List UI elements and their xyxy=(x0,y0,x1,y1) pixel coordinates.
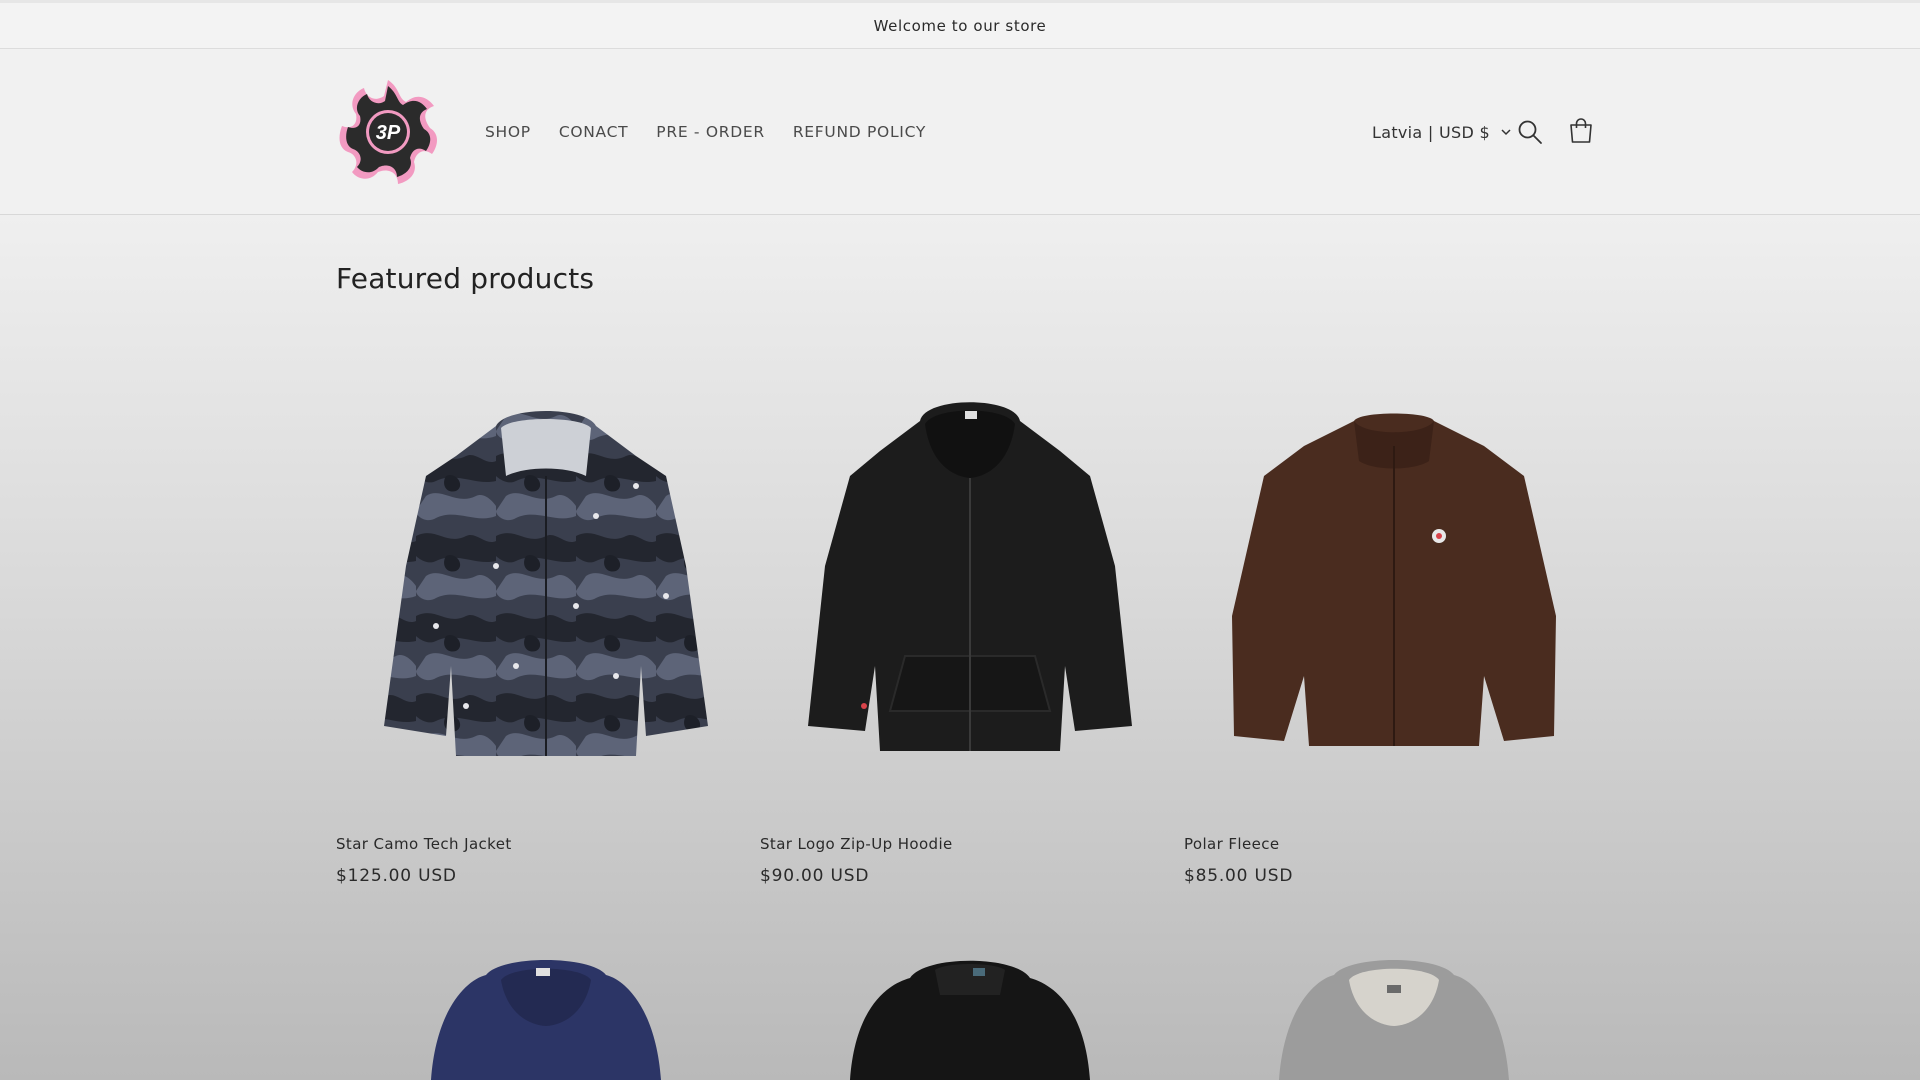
product-price: $90.00 USD xyxy=(760,866,870,886)
product-price: $85.00 USD xyxy=(1184,866,1294,886)
nav-item-shop[interactable]: SHOP xyxy=(485,123,531,141)
logo-icon: 3P xyxy=(339,80,437,184)
product-card-partial[interactable] xyxy=(760,940,1180,1080)
camo-jacket-image xyxy=(384,411,708,756)
product-price: $125.00 USD xyxy=(336,866,457,886)
locale-label: Latvia | USD $ xyxy=(1372,122,1490,142)
product-image[interactable] xyxy=(336,336,756,816)
product-title[interactable]: Star Logo Zip-Up Hoodie xyxy=(760,835,953,853)
logo-text: 3P xyxy=(376,122,401,144)
cart-button[interactable] xyxy=(1566,116,1596,146)
black-hoodie-image xyxy=(808,402,1132,751)
product-title[interactable]: Star Camo Tech Jacket xyxy=(336,835,512,853)
product-card-partial[interactable] xyxy=(336,940,756,1080)
product-image[interactable] xyxy=(760,336,1180,816)
header-actions: Latvia | USD $ xyxy=(1372,49,1592,215)
store-logo[interactable]: 3P xyxy=(334,78,442,186)
nav-item-pre-order[interactable]: PRE - ORDER xyxy=(656,123,765,141)
product-card[interactable]: Star Logo Zip-Up Hoodie $90.00 USD xyxy=(760,336,1180,886)
grey-hoodie-image xyxy=(1279,960,1509,1080)
search-icon xyxy=(1518,120,1542,144)
announcement-bar: Welcome to our store xyxy=(0,0,1920,49)
navy-hoodie-image xyxy=(431,960,661,1080)
product-card[interactable]: Polar Fleece $85.00 USD xyxy=(1184,336,1604,886)
main-nav: SHOP CONACT PRE - ORDER REFUND POLICY xyxy=(485,49,926,215)
site-header: 3P SHOP CONACT PRE - ORDER REFUND POLICY… xyxy=(0,49,1920,215)
nav-item-contact[interactable]: CONACT xyxy=(559,123,628,141)
product-card-partial[interactable] xyxy=(1184,940,1604,1080)
product-title[interactable]: Polar Fleece xyxy=(1184,835,1280,853)
locale-selector[interactable]: Latvia | USD $ xyxy=(1372,123,1512,142)
black-jacket-image xyxy=(850,960,1090,1080)
product-card[interactable]: Star Camo Tech Jacket $125.00 USD xyxy=(336,336,756,886)
announcement-text: Welcome to our store xyxy=(873,16,1047,35)
product-image[interactable] xyxy=(1184,336,1604,816)
cart-icon xyxy=(1570,118,1592,143)
search-button[interactable] xyxy=(1516,118,1544,146)
fleece-image xyxy=(1232,413,1556,746)
nav-item-refund-policy[interactable]: REFUND POLICY xyxy=(793,123,926,141)
chevron-down-icon xyxy=(1501,129,1511,136)
section-title: Featured products xyxy=(336,262,595,295)
